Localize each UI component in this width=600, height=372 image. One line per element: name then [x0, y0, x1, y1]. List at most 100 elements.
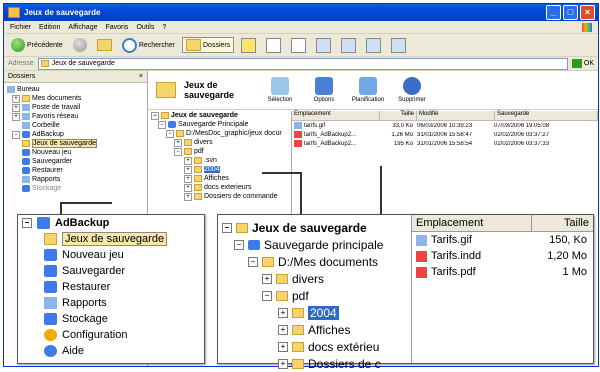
- expand-icon[interactable]: +: [184, 174, 192, 183]
- expand-icon[interactable]: +: [184, 183, 192, 192]
- expand-icon[interactable]: +: [12, 94, 20, 103]
- collapse-icon[interactable]: −: [151, 111, 159, 120]
- planification-tool[interactable]: Planification: [350, 77, 386, 103]
- column-sauvegarde[interactable]: Sauvegarde: [495, 111, 598, 120]
- view-button-7[interactable]: [388, 37, 409, 54]
- table-row[interactable]: tarifs_AdBackup2... 1,26 Mo 31/01/2006 1…: [292, 130, 598, 139]
- expand-icon[interactable]: +: [278, 324, 288, 335]
- forward-button[interactable]: [70, 37, 90, 53]
- zoom-tree-item[interactable]: + divers: [218, 270, 411, 287]
- zoom-tree-item[interactable]: − Jeux de sauvegarde: [218, 219, 411, 236]
- tree-item-nouveau-jeu[interactable]: Nouveau jeu: [7, 148, 144, 157]
- close-button[interactable]: ×: [580, 5, 595, 20]
- zoom-tree-item[interactable]: − pdf: [218, 287, 411, 304]
- column-emplacement[interactable]: Emplacement: [292, 111, 380, 120]
- folders-button[interactable]: Dossiers: [182, 37, 235, 53]
- tree-item-jeux-de-sauvegarde[interactable]: Jeux de sauvegarde: [7, 139, 144, 148]
- expand-icon[interactable]: +: [278, 307, 288, 318]
- collapse-icon[interactable]: −: [158, 120, 166, 129]
- tree-item-restaurer[interactable]: Restaurer: [7, 166, 144, 175]
- view-button-4[interactable]: [313, 37, 334, 54]
- expand-icon[interactable]: +: [262, 273, 272, 284]
- zoom-item-sauvegarder[interactable]: Sauvegarder: [18, 263, 204, 279]
- tree-item[interactable]: + Dossiers de commande: [148, 192, 291, 201]
- expand-icon[interactable]: +: [184, 165, 192, 174]
- supprimer-tool[interactable]: Supprimer: [394, 77, 430, 103]
- tree-item[interactable]: + divers: [148, 138, 291, 147]
- expand-icon[interactable]: +: [12, 103, 20, 112]
- expand-icon[interactable]: +: [12, 112, 20, 121]
- tree-item[interactable]: + Affiches: [148, 174, 291, 183]
- zoom-table-row[interactable]: Tarifs.gif 150, Ko: [412, 232, 593, 248]
- column-taille[interactable]: Taille: [380, 111, 417, 120]
- zoom-item-configuration[interactable]: Configuration: [18, 327, 204, 343]
- expand-icon[interactable]: +: [184, 192, 192, 201]
- column-modifie[interactable]: Modifié: [417, 111, 495, 120]
- view-button-2[interactable]: [263, 37, 284, 54]
- up-folder-button[interactable]: [94, 38, 115, 52]
- zoom-tree-item[interactable]: + Affiches: [218, 321, 411, 338]
- zoom-table-row[interactable]: Tarifs.indd 1,20 Mo: [412, 248, 593, 264]
- tree-item[interactable]: − Jeux de sauvegarde: [148, 111, 291, 120]
- search-button[interactable]: Rechercher: [119, 37, 178, 54]
- menu-favoris[interactable]: Favoris: [105, 24, 128, 31]
- menu-fichier[interactable]: Fichier: [10, 24, 31, 31]
- tree-item[interactable]: + .svn: [148, 156, 291, 165]
- zoom-table-row[interactable]: Tarifs.pdf 1 Mo: [412, 264, 593, 280]
- zoom-column-emplacement[interactable]: Emplacement: [412, 215, 532, 231]
- view-button-5[interactable]: [338, 37, 359, 54]
- zoom-tree-item[interactable]: +2004: [218, 304, 411, 321]
- tree-item-poste-de-travail[interactable]: + Poste de travail: [7, 103, 144, 112]
- expand-icon[interactable]: +: [278, 358, 288, 369]
- zoom-tree-root[interactable]: − AdBackup: [18, 215, 204, 231]
- menu-help[interactable]: ?: [162, 24, 166, 31]
- tree-item[interactable]: − Sauvegarde Principale: [148, 120, 291, 129]
- go-button[interactable]: OK: [571, 59, 594, 68]
- tree-item-bureau[interactable]: Bureau: [7, 85, 144, 94]
- zoom-item-restaurer[interactable]: Restaurer: [18, 279, 204, 295]
- minimize-button[interactable]: _: [546, 5, 561, 20]
- view-button-3[interactable]: [288, 37, 309, 54]
- tree-item-stockage[interactable]: Stockage: [7, 184, 144, 193]
- tree-item[interactable]: − D:/MesDoc_graphic/jeux docur: [148, 129, 291, 138]
- options-tool[interactable]: Options: [306, 77, 342, 103]
- expand-icon[interactable]: +: [184, 156, 192, 165]
- zoom-tree-item[interactable]: + Dossiers de c: [218, 355, 411, 372]
- menu-affichage[interactable]: Affichage: [68, 24, 97, 31]
- selection-tool[interactable]: Sélection: [262, 77, 298, 103]
- zoom-item-rapports[interactable]: Rapports: [18, 295, 204, 311]
- tree-item-favoris-reseau[interactable]: + Favoris réseau: [7, 112, 144, 121]
- table-row[interactable]: tarifs.gif 33,0 Ko 06/03/2006 10:39:23 0…: [292, 121, 598, 130]
- expand-icon[interactable]: +: [174, 138, 182, 147]
- zoom-item-stockage[interactable]: Stockage: [18, 311, 204, 327]
- folders-pane-close[interactable]: ×: [139, 73, 143, 80]
- zoom-item-nouveau-jeu[interactable]: Nouveau jeu: [18, 247, 204, 263]
- collapse-icon[interactable]: −: [262, 290, 272, 301]
- tree-item[interactable]: − pdf: [148, 147, 291, 156]
- collapse-icon[interactable]: −: [166, 129, 174, 138]
- collapse-icon[interactable]: −: [12, 130, 20, 139]
- table-row[interactable]: tarifs_AdBackup2... 195 Ko 31/01/2006 15…: [292, 139, 598, 148]
- menu-edition[interactable]: Edition: [39, 24, 60, 31]
- tree-item-adbackup[interactable]: − AdBackup: [7, 130, 144, 139]
- zoom-item-jeux[interactable]: Jeux de sauvegarde: [18, 231, 204, 247]
- view-button-6[interactable]: [363, 37, 384, 54]
- zoom-tree-item[interactable]: + docs extérieu: [218, 338, 411, 355]
- collapse-icon[interactable]: −: [174, 147, 182, 156]
- collapse-icon[interactable]: −: [22, 218, 32, 228]
- address-input[interactable]: Jeux de sauvegarde: [37, 57, 568, 70]
- tree-item-rapports[interactable]: Rapports: [7, 175, 144, 184]
- tree-item[interactable]: + docs exterieurs: [148, 183, 291, 192]
- maximize-button[interactable]: □: [563, 5, 578, 20]
- zoom-tree-item[interactable]: − D:/Mes documents: [218, 253, 411, 270]
- expand-icon[interactable]: +: [278, 341, 288, 352]
- view-button-1[interactable]: [238, 37, 259, 54]
- tree-item-sauvegarder[interactable]: Sauvegarder: [7, 157, 144, 166]
- menu-outils[interactable]: Outils: [136, 24, 154, 31]
- collapse-icon[interactable]: −: [248, 256, 258, 267]
- zoom-item-aide[interactable]: Aide: [18, 343, 204, 359]
- zoom-tree-item[interactable]: − Sauvegarde principale: [218, 236, 411, 253]
- tree-item-corbeille[interactable]: Corbeille: [7, 121, 144, 130]
- back-button[interactable]: Précédente: [8, 37, 66, 53]
- tree-item-mes-documents[interactable]: + Mes documents: [7, 94, 144, 103]
